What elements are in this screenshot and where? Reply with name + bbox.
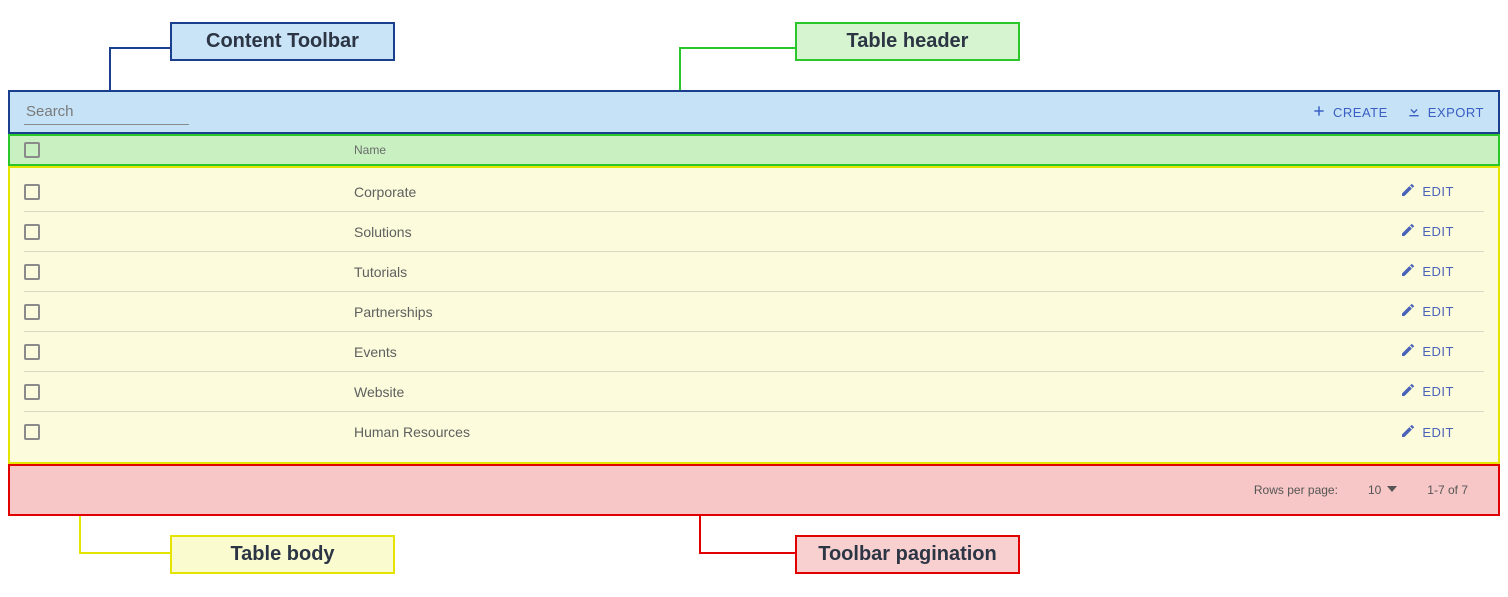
row-checkbox[interactable]	[24, 184, 40, 200]
rows-per-page-value: 10	[1368, 483, 1381, 497]
edit-button[interactable]: EDIT	[1400, 342, 1484, 361]
edit-button[interactable]: EDIT	[1400, 302, 1484, 321]
select-all-checkbox[interactable]	[24, 142, 40, 158]
row-checkbox[interactable]	[24, 424, 40, 440]
row-name: Website	[354, 384, 1400, 400]
row-name: Events	[354, 344, 1400, 360]
row-check-cell	[24, 304, 354, 320]
search-wrap	[24, 99, 1293, 125]
edit-label: EDIT	[1422, 384, 1454, 399]
row-checkbox[interactable]	[24, 224, 40, 240]
edit-button[interactable]: EDIT	[1400, 222, 1484, 241]
table-row[interactable]: Human Resources EDIT	[24, 412, 1484, 452]
row-name: Solutions	[354, 224, 1400, 240]
pencil-icon	[1400, 423, 1416, 442]
callout-toolbar: Content Toolbar	[170, 22, 395, 61]
rows-per-page-select[interactable]: 10	[1368, 483, 1397, 497]
rows-per-page-label: Rows per page:	[1254, 483, 1338, 497]
edit-button[interactable]: EDIT	[1400, 262, 1484, 281]
table-row[interactable]: Partnerships EDIT	[24, 292, 1484, 332]
row-checkbox[interactable]	[24, 264, 40, 280]
table-row[interactable]: Events EDIT	[24, 332, 1484, 372]
caret-down-icon	[1387, 483, 1397, 497]
column-header-name[interactable]: Name	[354, 143, 386, 157]
content-toolbar: CREATE EXPORT	[8, 90, 1500, 134]
pencil-icon	[1400, 222, 1416, 241]
edit-label: EDIT	[1422, 184, 1454, 199]
row-name: Human Resources	[354, 424, 1400, 440]
table-row[interactable]: Website EDIT	[24, 372, 1484, 412]
edit-button[interactable]: EDIT	[1400, 382, 1484, 401]
export-label: EXPORT	[1428, 105, 1484, 120]
pencil-icon	[1400, 182, 1416, 201]
table-row[interactable]: Tutorials EDIT	[24, 252, 1484, 292]
pencil-icon	[1400, 342, 1416, 361]
row-check-cell	[24, 264, 354, 280]
row-check-cell	[24, 224, 354, 240]
plus-icon	[1311, 103, 1327, 122]
search-input[interactable]	[24, 99, 189, 125]
row-checkbox[interactable]	[24, 304, 40, 320]
row-name: Tutorials	[354, 264, 1400, 280]
pencil-icon	[1400, 262, 1416, 281]
edit-label: EDIT	[1422, 344, 1454, 359]
table-body: CorporateEDITSolutionsEDITTutorialsEDITP…	[8, 166, 1500, 464]
row-checkbox[interactable]	[24, 344, 40, 360]
edit-button[interactable]: EDIT	[1400, 423, 1484, 442]
toolbar-pagination: Rows per page: 10 1-7 of 7	[8, 464, 1500, 516]
pencil-icon	[1400, 302, 1416, 321]
callout-pagination: Toolbar pagination	[795, 535, 1020, 574]
edit-button[interactable]: EDIT	[1400, 182, 1484, 201]
data-table-card: CREATE EXPORT Name CorporateEDITSolution…	[8, 90, 1500, 516]
table-header: Name	[8, 134, 1500, 166]
row-checkbox[interactable]	[24, 384, 40, 400]
pagination-range: 1-7 of 7	[1427, 483, 1468, 497]
table-row[interactable]: Solutions EDIT	[24, 212, 1484, 252]
row-check-cell	[24, 344, 354, 360]
callout-body: Table body	[170, 535, 395, 574]
edit-label: EDIT	[1422, 224, 1454, 239]
create-button[interactable]: CREATE	[1311, 103, 1388, 122]
row-check-cell	[24, 184, 354, 200]
row-name: Corporate	[354, 184, 1400, 200]
pencil-icon	[1400, 382, 1416, 401]
edit-label: EDIT	[1422, 304, 1454, 319]
row-name: Partnerships	[354, 304, 1400, 320]
table-row[interactable]: Corporate EDIT	[24, 172, 1484, 212]
download-icon	[1406, 103, 1422, 122]
row-check-cell	[24, 424, 354, 440]
row-check-cell	[24, 384, 354, 400]
create-label: CREATE	[1333, 105, 1388, 120]
edit-label: EDIT	[1422, 425, 1454, 440]
edit-label: EDIT	[1422, 264, 1454, 279]
export-button[interactable]: EXPORT	[1406, 103, 1484, 122]
callout-header: Table header	[795, 22, 1020, 61]
